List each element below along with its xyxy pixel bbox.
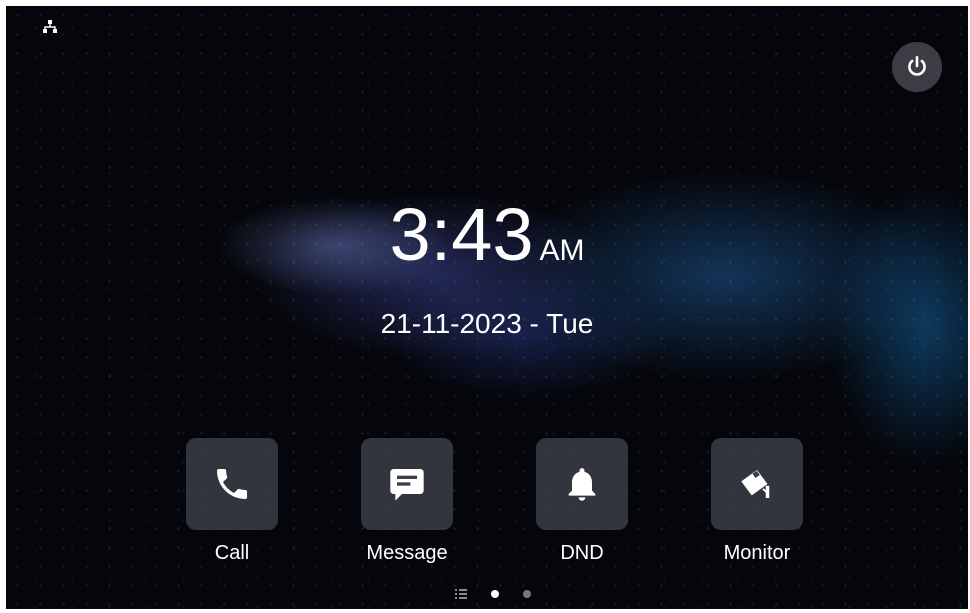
clock-date: 21-11-2023 - Tue <box>380 308 594 339</box>
bell-icon <box>568 468 596 501</box>
page-indicator <box>6 587 968 601</box>
list-menu-icon[interactable] <box>455 589 467 599</box>
clock: 3:43 AM <box>6 198 968 272</box>
dnd-label: DND <box>560 542 604 564</box>
power-icon <box>908 55 926 76</box>
camera-icon <box>741 470 770 498</box>
call-button[interactable]: Call <box>186 438 278 565</box>
power-button[interactable] <box>892 42 942 92</box>
message-tile[interactable] <box>361 438 453 530</box>
clock-ampm: AM <box>539 234 585 267</box>
monitor-button[interactable]: Monitor <box>711 438 803 565</box>
dnd-button[interactable]: DND <box>536 438 628 565</box>
message-button[interactable]: Message <box>361 438 453 565</box>
message-icon <box>390 469 424 501</box>
clock-time: 3:43 <box>389 193 534 276</box>
network-icon <box>43 20 57 33</box>
call-label: Call <box>214 542 250 564</box>
monitor-label: Monitor <box>723 542 791 564</box>
call-tile[interactable] <box>186 438 278 530</box>
page-dot[interactable] <box>523 590 531 598</box>
dnd-tile[interactable] <box>536 438 628 530</box>
home-screen: 3:43 AM 21-11-2023 - Tue Call Message DND <box>6 6 968 609</box>
message-label: Message <box>366 542 448 564</box>
page-dot-active[interactable] <box>491 590 499 598</box>
monitor-tile[interactable] <box>711 438 803 530</box>
phone-icon <box>217 469 247 499</box>
